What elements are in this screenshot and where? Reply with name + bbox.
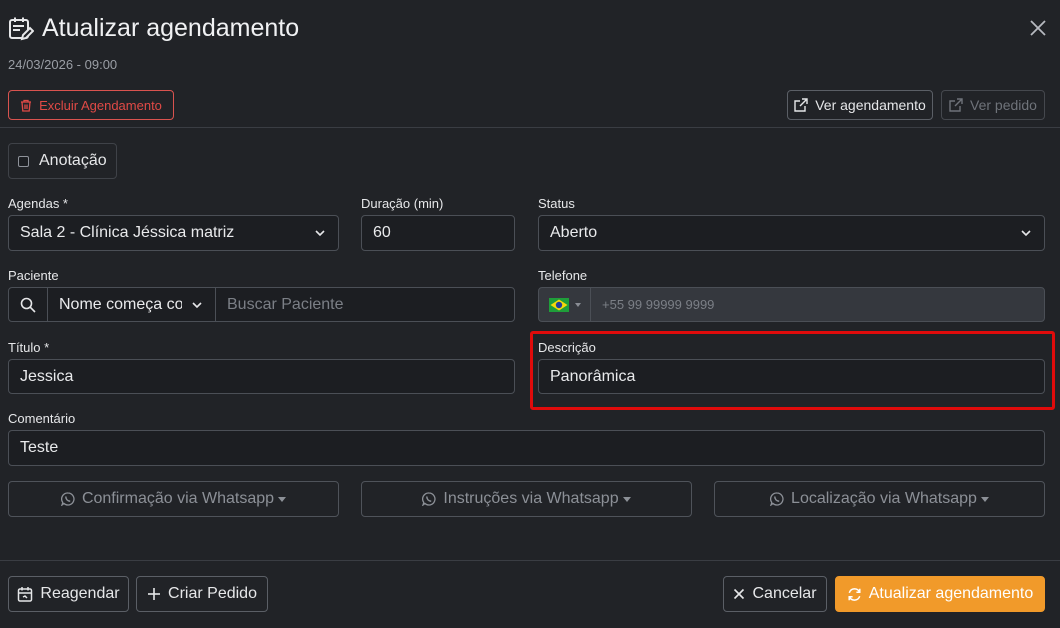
comment-label: Comentário [8, 411, 76, 426]
external-link-icon [949, 98, 970, 112]
footer-divider [0, 560, 1060, 561]
calendar-edit-icon [8, 16, 34, 42]
view-order-label: Ver pedido [970, 97, 1037, 113]
create-order-button[interactable]: Criar Pedido [136, 576, 268, 612]
reschedule-button[interactable]: Reagendar [8, 576, 129, 612]
delete-appointment-label: Excluir Agendamento [39, 97, 162, 113]
caret-down-icon [622, 496, 631, 502]
delete-appointment-button[interactable]: Excluir Agendamento [8, 90, 174, 120]
country-code-select[interactable] [538, 287, 591, 322]
trash-icon [20, 99, 39, 112]
header-divider [0, 127, 1060, 128]
x-icon [733, 588, 752, 600]
whatsapp-instructions-button[interactable]: Instruções via Whatsapp [361, 481, 692, 517]
status-label: Status [538, 196, 575, 211]
calendar-icon [17, 586, 40, 602]
whatsapp-confirmation-label: Confirmação via Whatsapp [81, 490, 275, 507]
whatsapp-location-button[interactable]: Localização via Whatsapp [714, 481, 1045, 517]
view-order-button[interactable]: Ver pedido [941, 90, 1045, 120]
chevron-down-icon [314, 228, 326, 238]
external-link-icon [794, 98, 815, 112]
patient-search-button[interactable] [8, 287, 48, 322]
annotation-checkbox[interactable] [18, 156, 29, 167]
view-appointment-button[interactable]: Ver agendamento [787, 90, 933, 120]
cancel-label: Cancelar [752, 585, 817, 602]
patient-search-mode-value: Nome começa com [59, 295, 182, 313]
phone-placeholder: +55 99 99999 9999 [602, 297, 715, 312]
description-highlight [530, 331, 1055, 410]
cancel-button[interactable]: Cancelar [723, 576, 827, 612]
update-appointment-label: Atualizar agendamento [868, 585, 1034, 602]
chevron-down-icon [1020, 228, 1032, 238]
refresh-icon [847, 587, 869, 602]
whatsapp-icon [422, 492, 443, 506]
chevron-down-icon [191, 299, 203, 310]
agendas-select[interactable]: Sala 2 - Clínica Jéssica matriz [8, 215, 339, 251]
search-icon [20, 297, 36, 313]
patient-search-mode-select[interactable]: Nome começa com [47, 287, 216, 322]
brazil-flag-icon [549, 297, 569, 312]
appointment-datetime: 24/03/2026 - 09:00 [8, 57, 118, 72]
patient-search-input[interactable]: Buscar Paciente [215, 287, 515, 322]
chevron-down-icon [575, 302, 581, 307]
whatsapp-icon [60, 492, 82, 506]
caret-down-icon [980, 496, 989, 502]
update-appointment-button[interactable]: Atualizar agendamento [835, 576, 1045, 612]
plus-icon [147, 587, 168, 601]
duration-input[interactable]: 60 [361, 215, 515, 251]
duration-label: Duração (min) [361, 196, 444, 211]
patient-label: Paciente [8, 268, 59, 283]
view-appointment-label: Ver agendamento [815, 97, 926, 113]
agendas-value: Sala 2 - Clínica Jéssica matriz [20, 224, 235, 241]
title-input[interactable]: Jessica [8, 359, 515, 394]
comment-input[interactable]: Teste [8, 430, 1045, 466]
reschedule-label: Reagendar [40, 585, 120, 602]
title-label: Título * [8, 340, 50, 355]
create-order-label: Criar Pedido [168, 585, 257, 602]
whatsapp-confirmation-button[interactable]: Confirmação via Whatsapp [8, 481, 339, 517]
annotation-label: Anotação [39, 152, 107, 169]
agendas-label: Agendas * [8, 196, 68, 211]
caret-down-icon [278, 496, 287, 502]
phone-input[interactable]: +55 99 99999 9999 [590, 287, 1045, 322]
modal-title: Atualizar agendamento [42, 14, 300, 42]
title-value: Jessica [20, 367, 74, 385]
comment-value: Teste [20, 439, 59, 456]
close-icon[interactable] [1028, 18, 1048, 38]
phone-label: Telefone [538, 268, 588, 283]
status-select[interactable]: Aberto [538, 215, 1045, 251]
duration-value: 60 [373, 224, 391, 241]
whatsapp-location-label: Localização via Whatsapp [791, 490, 977, 507]
patient-search-placeholder: Buscar Paciente [227, 295, 344, 313]
whatsapp-icon [770, 492, 791, 506]
status-value: Aberto [550, 224, 598, 241]
whatsapp-instructions-label: Instruções via Whatsapp [443, 490, 619, 507]
